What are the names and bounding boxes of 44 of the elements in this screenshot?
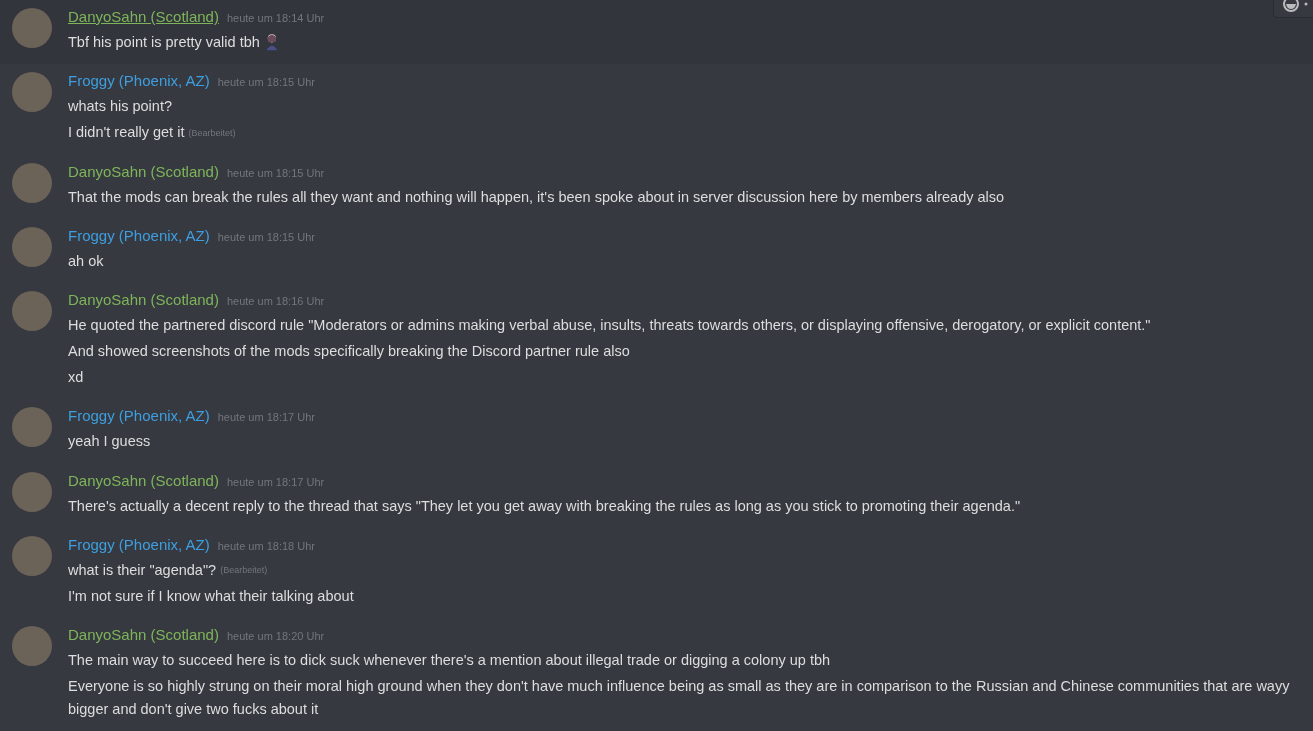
avatar[interactable] xyxy=(12,72,52,113)
username[interactable]: DanyoSahn (Scotland) xyxy=(68,289,219,310)
emoji-icon[interactable] xyxy=(1282,0,1300,13)
timestamp: heute um 18:16 Uhr xyxy=(226,293,325,309)
username[interactable]: DanyoSahn (Scotland) xyxy=(68,161,219,182)
username[interactable]: Froggy (Phoenix, AZ) xyxy=(68,406,210,427)
message-text: I didn't really get it xyxy=(68,124,185,141)
avatar[interactable] xyxy=(12,290,52,331)
message-text: There's actually a decent reply to the thread that says "They let you get away with breaking the rules as long as you stick to promoting their agenda." xyxy=(68,497,1021,514)
avatar[interactable] xyxy=(12,407,52,448)
more-icon[interactable] xyxy=(1304,2,1308,6)
avatar[interactable] xyxy=(12,162,52,203)
username[interactable]: DanyoSahn (Scotland) xyxy=(68,625,219,646)
avatar[interactable] xyxy=(12,535,52,576)
username[interactable]: DanyoSahn (Scotland) xyxy=(68,470,219,491)
timestamp: heute um 18:15 Uhr xyxy=(217,75,315,91)
avatar[interactable] xyxy=(12,226,52,267)
message-text: ah ok xyxy=(68,252,104,269)
timestamp: heute um 18:20 Uhr xyxy=(226,629,325,645)
message-text: The main way to succeed here is to dick suck whenever there's a mention about illegal trade or digging a colony up tbh xyxy=(68,652,831,669)
username[interactable]: Froggy (Phoenix, AZ) xyxy=(68,71,210,92)
message-text: He quoted the partnered discord rule "Moderators or admins making verbal abuse, insults, threats towards others, or displaying offensive, derogatory, or explicit content." xyxy=(68,317,1151,334)
avatar[interactable] xyxy=(12,626,52,667)
edited-label: (Bearbeitet) xyxy=(220,564,268,575)
username[interactable]: Froggy (Phoenix, AZ) xyxy=(68,534,210,555)
avatar[interactable] xyxy=(12,471,52,512)
message-text: yeah I guess xyxy=(68,433,151,450)
message-text: what is their "agenda"? xyxy=(68,561,217,578)
username[interactable]: Froggy (Phoenix, AZ) xyxy=(68,225,210,246)
timestamp: heute um 18:15 Uhr xyxy=(217,229,315,245)
timestamp: heute um 18:18 Uhr xyxy=(217,538,315,554)
timestamp: heute um 18:14 Uhr xyxy=(226,11,325,26)
timestamp: heute um 18:17 Uhr xyxy=(226,474,325,490)
message-text: xd xyxy=(68,369,84,386)
message-text: That the mods can break the rules all they want and nothing will happen, it's been spoke about in server discussion here by members already also xyxy=(68,188,1005,205)
timestamp: heute um 18:15 Uhr xyxy=(226,165,325,181)
message-text: whats his point? xyxy=(68,98,172,115)
avatar[interactable] xyxy=(12,8,52,48)
timestamp: heute um 18:17 Uhr xyxy=(217,410,315,426)
username[interactable]: DanyoSahn (Scotland) xyxy=(68,7,219,27)
message-text: And showed screenshots of the mods specifically breaking the Discord partner rule also xyxy=(68,343,630,360)
message-text: Tbf his point is pretty valid tbh xyxy=(68,34,260,51)
message-text: I'm not sure if I know what their talking about xyxy=(68,588,354,605)
message-text: Everyone is so highly strung on their moral high ground when they don't have much influence being as small as they are in comparison to the Russian and Chinese communities that are wayy bigger and don't give two fucks about it xyxy=(68,678,1290,718)
